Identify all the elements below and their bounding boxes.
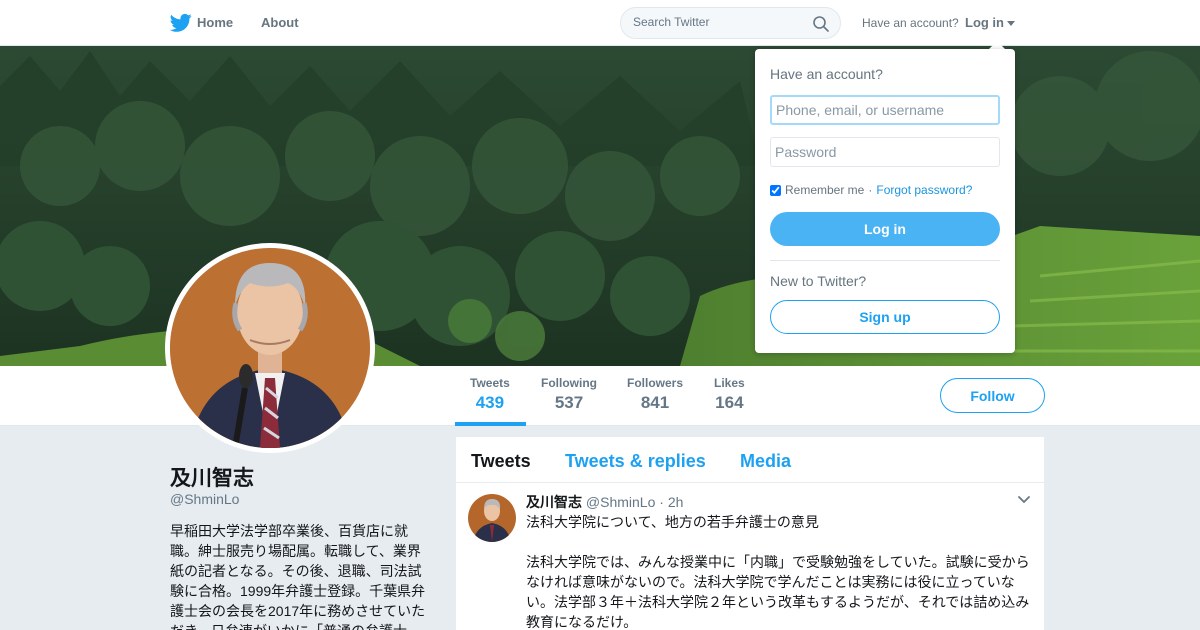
twitter-bird-icon[interactable] (170, 13, 192, 33)
remember-me-label[interactable]: Remember me (785, 183, 864, 197)
nav-about-link[interactable]: About (261, 15, 299, 30)
stat-value: 439 (475, 393, 505, 412)
chevron-down-icon (1007, 21, 1015, 26)
tweet-header: 及川智志 @ShminLo · 2h (526, 492, 683, 512)
stat-value: 164 (715, 393, 744, 412)
stat-value: 537 (554, 393, 584, 412)
profile-avatar[interactable] (165, 243, 375, 453)
login-button[interactable]: Log in (770, 212, 1000, 246)
profile-handle[interactable]: @ShminLo (170, 491, 239, 507)
stat-followers[interactable]: Followers 841 (627, 376, 683, 413)
tweet-text: 法科大学院について、地方の若手弁護士の意見 法科大学院では、みんな授業中に「内職… (526, 512, 1034, 630)
top-navigation-bar: Home About Have an account? Log in (0, 0, 1200, 46)
search-icon[interactable] (812, 15, 830, 33)
password-field[interactable] (770, 137, 1000, 167)
avatar-photo (170, 248, 370, 448)
new-to-twitter-text: New to Twitter? (770, 273, 867, 289)
separator-dot: · (868, 183, 873, 197)
stat-label: Tweets (470, 376, 510, 390)
tweet-avatar-photo (468, 494, 516, 542)
tweet-author-handle[interactable]: @ShminLo (586, 494, 655, 510)
login-menu-toggle[interactable]: Log in (965, 15, 1015, 30)
chevron-down-icon[interactable] (1017, 495, 1031, 505)
tweet-text-line: 法科大学院では、みんな授業中に「内職」で受験勉強をしていた。試験に受からなければ… (526, 554, 1030, 630)
tweet-dot: · (659, 494, 668, 510)
stat-label: Followers (627, 376, 684, 390)
profile-bio: 早稲田大学法学部卒業後、百貨店に就職。紳士服売り場配属。転職して、業界紙の記者と… (170, 523, 426, 630)
follow-button[interactable]: Follow (940, 378, 1045, 413)
nav-home-link[interactable]: Home (197, 15, 233, 30)
search-input[interactable] (633, 15, 808, 29)
stat-value: 841 (640, 393, 670, 412)
stat-likes[interactable]: Likes 164 (714, 376, 745, 413)
stat-tweets[interactable]: Tweets 439 (470, 376, 510, 413)
search-box (620, 7, 841, 39)
login-dropdown: Have an account? Remember me · Forgot pa… (755, 49, 1015, 353)
username-field[interactable] (770, 95, 1000, 125)
remember-me-checkbox[interactable] (770, 184, 781, 196)
divider (770, 260, 1000, 261)
remember-me-row: Remember me · Forgot password? (770, 183, 972, 197)
forgot-password-link[interactable]: Forgot password? (876, 183, 972, 197)
login-menu-label: Log in (965, 15, 1004, 30)
tweet[interactable]: 及川智志 @ShminLo · 2h 法科大学院について、地方の若手弁護士の意見… (456, 437, 1044, 630)
active-stat-underline (455, 422, 526, 426)
dropdown-title: Have an account? (770, 66, 883, 82)
tweet-author-avatar[interactable] (468, 494, 516, 542)
tweet-author-name[interactable]: 及川智志 (526, 494, 582, 510)
have-account-text: Have an account? (862, 16, 959, 30)
stat-label: Likes (714, 376, 745, 390)
profile-name[interactable]: 及川智志 (170, 462, 254, 492)
tweet-timestamp[interactable]: 2h (668, 494, 684, 510)
stat-following[interactable]: Following 537 (541, 376, 597, 413)
tweet-text-line: 法科大学院について、地方の若手弁護士の意見 (526, 514, 819, 530)
stat-label: Following (541, 376, 597, 390)
signup-button[interactable]: Sign up (770, 300, 1000, 334)
